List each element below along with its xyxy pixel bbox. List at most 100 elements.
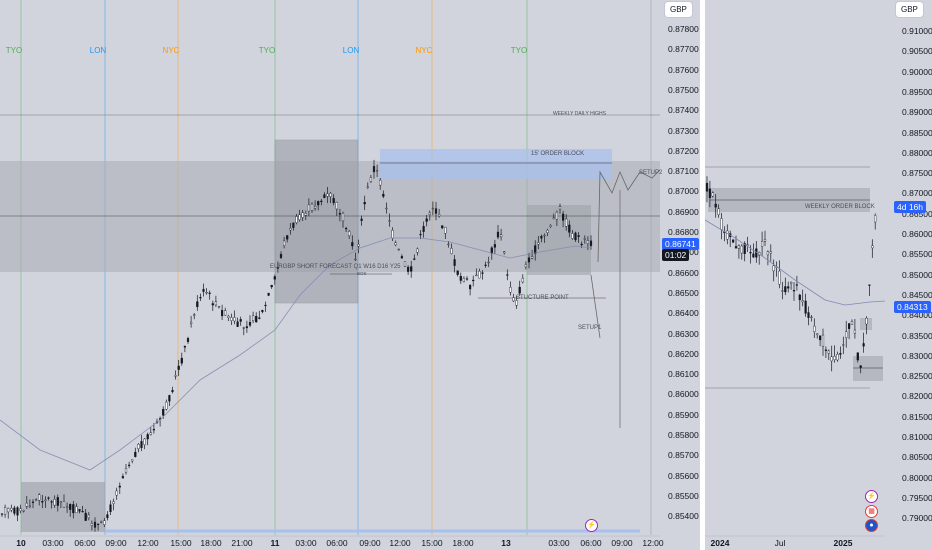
secondary-chart-pane[interactable]: WEEKLY ORDER BLOCK GBP 0.91000 0.90500 0.9…: [705, 0, 932, 550]
candle-body: [856, 352, 859, 361]
candle-body: [740, 245, 743, 254]
candle-body: [465, 278, 469, 280]
candle-body: [177, 365, 180, 370]
candle-body: [824, 349, 827, 351]
candle-body: [317, 201, 320, 206]
candle-body: [217, 306, 221, 308]
candle-body: [289, 228, 292, 231]
candle-body: [543, 234, 546, 237]
candle-body: [53, 499, 56, 506]
price-axis-label: 0.87600: [668, 64, 699, 75]
candle-body: [403, 261, 407, 267]
candle-body: [131, 459, 134, 462]
candle-body: [503, 251, 506, 254]
candle-body: [44, 499, 47, 502]
candle-body: [149, 432, 152, 435]
candle-body: [199, 297, 202, 299]
lightning-icon[interactable]: ⚡: [865, 490, 878, 503]
candle-body: [766, 251, 769, 256]
candle-body: [245, 326, 248, 329]
weekly-order-block-label[interactable]: WEEKLY ORDER BLOCK: [805, 204, 875, 210]
candle-body: [28, 505, 31, 507]
candle-body: [431, 207, 434, 210]
main-chart-pane[interactable]: TYO LON NYC TYO LON NYC TYO WEEKLY DAILY…: [0, 0, 700, 550]
candle-body: [558, 206, 562, 210]
time-axis-label: 09:00: [611, 538, 633, 548]
bos-label[interactable]: BOS: [357, 271, 367, 276]
candle-body: [816, 333, 819, 335]
candle-body: [586, 240, 589, 244]
candle-body: [140, 441, 143, 448]
secondary-chart-canvas[interactable]: [705, 0, 932, 550]
lightning-icon[interactable]: ⚡: [585, 519, 598, 532]
candle-body: [789, 281, 793, 284]
candle-body: [862, 343, 865, 347]
order-block-label[interactable]: 15' ORDER BLOCK: [531, 151, 584, 157]
candle-body: [233, 317, 236, 322]
candle-body: [376, 170, 379, 172]
candle-body: [310, 203, 314, 211]
weekly-daily-highs-label[interactable]: WEEKLY DAILY HIGHS: [553, 111, 606, 117]
candle-body: [804, 300, 807, 314]
main-chart-canvas[interactable]: [0, 0, 700, 550]
candle-body: [270, 285, 273, 288]
candle-body: [798, 294, 801, 301]
price-axis-label: 0.90000: [902, 66, 932, 77]
candle-body: [255, 315, 258, 323]
candle-body: [242, 327, 245, 329]
session-label-nyc: NYC: [415, 46, 433, 55]
candle-body: [589, 240, 593, 246]
session-label-tyo: TYO: [5, 46, 23, 55]
price-axis-label: 0.88500: [902, 127, 932, 138]
candle-body: [326, 193, 329, 197]
candle-body: [354, 258, 357, 261]
candle-body: [781, 290, 784, 292]
candle-body: [320, 200, 323, 203]
candle-body: [813, 325, 816, 332]
candle-body: [447, 243, 450, 246]
candle-body: [314, 206, 317, 209]
time-axis-label: 06:00: [326, 538, 348, 548]
price-axis-label: 0.85700: [668, 450, 699, 461]
price-axis-label: 0.90500: [902, 46, 932, 57]
price-axis-label: 0.80000: [902, 472, 932, 483]
price-axis-label: 0.86100: [668, 369, 699, 380]
candle-body: [279, 254, 283, 258]
candle-body: [283, 240, 286, 246]
candle-body: [456, 270, 459, 275]
calendar-icon[interactable]: ▦: [865, 505, 878, 518]
currency-button[interactable]: GBP: [665, 2, 692, 17]
setup1-label[interactable]: SETUP1: [578, 325, 601, 331]
forecast-label[interactable]: EURGBP SHORT FORECAST Q1 W16 D16 Y25: [270, 264, 401, 270]
flag-icon[interactable]: ●: [865, 519, 878, 532]
candle-body: [705, 182, 709, 192]
time-axis-label: 06:00: [580, 538, 602, 548]
currency-button[interactable]: GBP: [896, 2, 923, 17]
candle-body: [369, 177, 372, 182]
candle-body: [500, 234, 503, 238]
countdown-tag: 4d 16h: [894, 201, 926, 213]
candle-body: [307, 204, 310, 212]
price-axis-label: 0.86900: [668, 206, 699, 217]
time-axis-label: 03:00: [295, 538, 317, 548]
price-axis-label: 0.85900: [668, 409, 699, 420]
price-axis-label: 0.82500: [902, 371, 932, 382]
ma-price-tag: 0.84313: [894, 301, 931, 313]
candle-body: [171, 390, 174, 393]
candle-body: [438, 214, 441, 217]
candle-body: [818, 335, 822, 341]
session-label-tyo: TYO: [510, 46, 528, 55]
candle-body: [711, 192, 714, 197]
candle-body: [562, 213, 565, 221]
candle-body: [0, 513, 4, 515]
candle-body: [807, 312, 810, 318]
candle-body: [292, 222, 295, 228]
candle-body: [737, 245, 740, 249]
structure-point-label[interactable]: STUCTURE POINT: [516, 295, 569, 301]
time-axis-label: 15:00: [421, 538, 443, 548]
candle-body: [50, 501, 53, 503]
setup2-label[interactable]: SETUP2: [639, 170, 662, 176]
candle-body: [580, 243, 583, 246]
candle-body: [152, 429, 155, 431]
time-axis-label: 18:00: [452, 538, 474, 548]
